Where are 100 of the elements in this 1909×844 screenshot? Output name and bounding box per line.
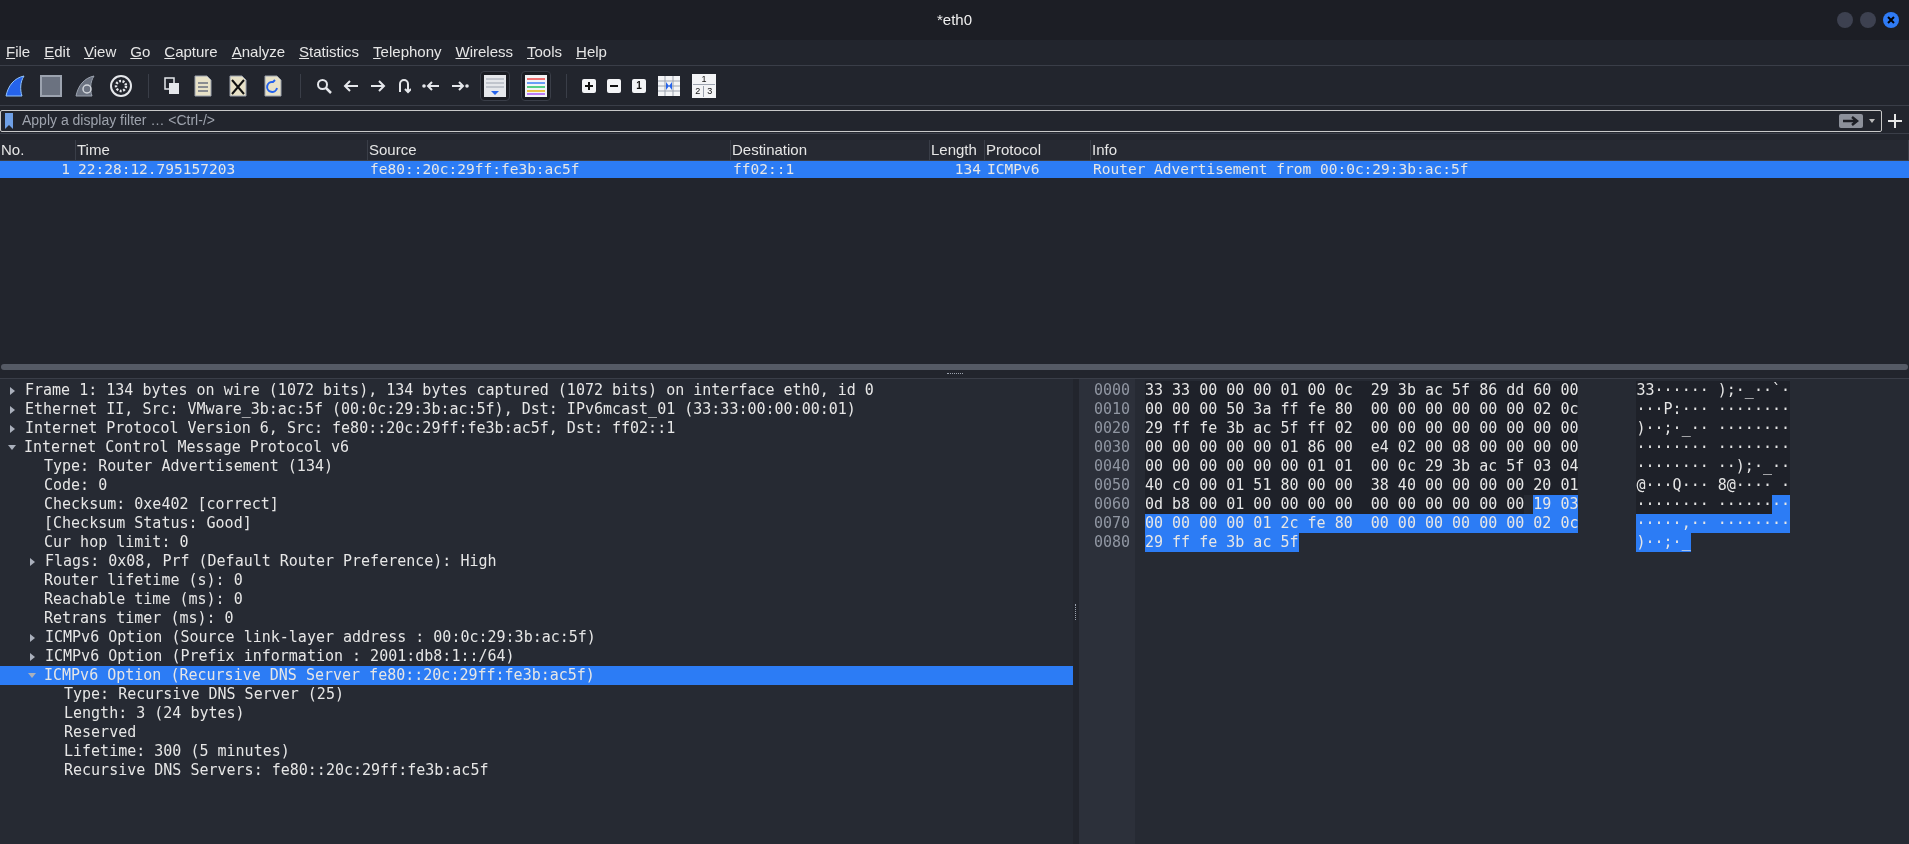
stop-icon[interactable] (39, 73, 63, 98)
expand-arrow-icon[interactable] (30, 652, 35, 661)
ascii-text: ········ ······ (1636, 495, 1772, 514)
packet-cell-text: ICMPv6 (986, 159, 1041, 179)
tree-row[interactable]: Type: Router Advertisement (134) (0, 457, 1073, 476)
column-header[interactable]: No. (0, 140, 76, 160)
packet-cell-text: fe80::20c:29ff:fe3b:ac5f (369, 159, 581, 179)
ascii-text: ···P:··· ········ (1636, 400, 1790, 419)
tree-item-text: Retrans timer (ms): 0 (44, 608, 234, 630)
left-arrow-icon[interactable] (343, 78, 359, 93)
column-header[interactable]: Info (1091, 140, 1909, 160)
tree-item-text: Flags: 0x08, Prf (Default Router Preference): High (45, 551, 497, 573)
close-file-icon[interactable] (226, 73, 250, 98)
bookmark-icon[interactable] (4, 112, 14, 129)
tree-row[interactable]: Flags: 0x08, Prf (Default Router Preference): High (0, 552, 1073, 571)
normal-size-button[interactable]: 1 (632, 78, 646, 93)
close-button[interactable] (1883, 12, 1899, 28)
menu-item[interactable]: Capture (164, 41, 218, 64)
shark-fin-icon[interactable] (4, 73, 28, 98)
document-icon[interactable] (191, 73, 215, 98)
tree-item-text: Router lifetime (s): 0 (44, 570, 243, 592)
selected-ascii-text: ·····,·· ········ (1636, 514, 1790, 533)
packet-cell-text: 134 (953, 159, 982, 179)
menu-item[interactable]: View (84, 41, 117, 64)
first-packet-icon[interactable] (422, 78, 440, 93)
tree-row[interactable]: ICMPv6 Option (Prefix information : 2001:db8:1::/64) (0, 647, 1073, 666)
tree-row[interactable]: Frame 1: 134 bytes on wire (1072 bits), 134 bytes captured (1072 bits) on interface eth0, id 0 (0, 381, 1073, 400)
expand-arrow-icon[interactable] (30, 557, 35, 566)
tree-item-text: Reserved (64, 722, 137, 744)
window-title: *eth0 (936, 9, 972, 30)
collapse-arrow-icon[interactable] (8, 445, 16, 450)
dropdown-caret-icon[interactable] (1869, 118, 1875, 123)
curved-arrow-icon[interactable] (397, 77, 411, 94)
reload-file-icon[interactable] (261, 73, 285, 98)
menu-item[interactable]: Wireless (455, 41, 514, 64)
tree-item-text: Cur hop limit: 0 (44, 532, 189, 554)
menu-item[interactable]: Go (130, 41, 151, 64)
tree-row[interactable]: Retrans timer (ms): 0 (0, 609, 1073, 628)
expand-arrow-icon[interactable] (10, 386, 15, 395)
add-button-icon[interactable] (1888, 113, 1902, 128)
menu-item[interactable]: Help (576, 41, 607, 64)
tree-row[interactable]: Internet Control Message Protocol v6 (0, 438, 1073, 457)
colorize-icon[interactable] (521, 70, 551, 101)
menu-item[interactable]: Statistics (299, 41, 360, 64)
tree-row[interactable]: Type: Recursive DNS Server (25) (0, 685, 1073, 704)
ascii-text: ········ ··);·_·· (1636, 457, 1790, 476)
tree-row[interactable]: Checksum: 0xe402 [correct] (0, 495, 1073, 514)
last-packet-icon[interactable] (451, 78, 469, 93)
zoom-in-icon[interactable] (582, 78, 596, 93)
shark-fin-icon[interactable] (74, 73, 98, 98)
tree-row[interactable]: Reserved (0, 723, 1073, 742)
file-open-icon[interactable] (164, 76, 180, 95)
expand-arrow-icon[interactable] (30, 633, 35, 642)
menu-item[interactable]: File (6, 41, 31, 64)
tree-item-text: Ethernet II, Src: VMware_3b:ac:5f (00:0c:29:3b:ac:5f), Dst: IPv6mcast_01 (33:33:00:00:00:01) (25, 399, 856, 421)
splitter-handle[interactable] (1075, 603, 1077, 620)
selected-ascii-text: )··;·_ (1636, 533, 1691, 552)
packet-cell-text: 22:28:12.795157203 (77, 159, 237, 179)
splitter-handle[interactable] (946, 373, 963, 375)
settings-icon[interactable] (109, 73, 133, 98)
tree-row[interactable]: [Checksum Status: Good] (0, 514, 1073, 533)
tree-row[interactable]: Ethernet II, Src: VMware_3b:ac:5f (00:0c:29:3b:ac:5f), Dst: IPv6mcast_01 (33:33:00:00:00:01) (0, 400, 1073, 419)
expand-arrow-icon[interactable] (10, 424, 15, 433)
menu-item[interactable]: Telephony (373, 41, 442, 64)
tree-row[interactable]: Cur hop limit: 0 (0, 533, 1073, 552)
ascii-text: 33······ );·_··`· (1636, 381, 1790, 400)
hex-bytes: 00 00 00 00 00 01 86 00 e4 02 00 08 00 00 00 00 (1145, 438, 1579, 457)
menu-item[interactable]: Tools (527, 41, 563, 64)
tree-item-text: ICMPv6 Option (Prefix information : 2001:db8:1::/64) (45, 646, 515, 668)
menu-item[interactable]: Analyze (231, 41, 286, 64)
tree-row[interactable]: Internet Protocol Version 6, Src: fe80::20c:29ff:fe3b:ac5f, Dst: ff02::1 (0, 419, 1073, 438)
tree-item-text: Type: Router Advertisement (134) (44, 456, 333, 478)
tree-item-text: ICMPv6 Option (Recursive DNS Server fe80::20c:29ff:fe3b:ac5f) (44, 665, 595, 687)
column-header[interactable]: Time (76, 140, 368, 160)
hex-bytes: 00 00 00 00 00 00 01 01 00 0c 29 3b ac 5f 03 04 (1145, 457, 1579, 476)
tree-row[interactable]: Lifetime: 300 (5 minutes) (0, 742, 1073, 761)
search-icon[interactable] (316, 77, 332, 94)
tree-item-text: Length: 3 (24 bytes) (64, 703, 245, 725)
tree-row[interactable]: ICMPv6 Option (Source link-layer address : 00:0c:29:3b:ac:5f) (0, 628, 1073, 647)
tree-item-text: Frame 1: 134 bytes on wire (1072 bits), 134 bytes captured (1072 bits) on interface eth0, id 0 (25, 380, 874, 402)
tree-row[interactable]: Code: 0 (0, 476, 1073, 495)
column-header[interactable]: Source (368, 140, 731, 160)
tree-row[interactable]: Router lifetime (s): 0 (0, 571, 1073, 590)
tree-row[interactable]: Length: 3 (24 bytes) (0, 704, 1073, 723)
menu-item[interactable]: Edit (44, 41, 71, 64)
tree-row[interactable]: Reachable time (ms): 0 (0, 590, 1073, 609)
hex-bytes: 40 c0 00 01 51 80 00 00 38 40 00 00 00 00 20 01 (1145, 476, 1579, 495)
autoscroll-icon[interactable] (480, 70, 510, 101)
layout-button[interactable]: 1 2 3 (692, 73, 716, 98)
zoom-out-icon[interactable] (607, 78, 621, 93)
close-icon[interactable] (1887, 16, 1895, 24)
tree-item-text: Code: 0 (44, 475, 108, 497)
offset-label: 0000 (1093, 381, 1130, 400)
expand-arrow-icon[interactable] (10, 405, 15, 414)
tree-row[interactable]: Recursive DNS Servers: fe80::20c:29ff:fe3b:ac5f (0, 761, 1073, 780)
right-arrow-icon[interactable] (370, 78, 386, 93)
column-header[interactable]: Protocol (985, 140, 1091, 160)
column-header[interactable]: Length (930, 140, 985, 160)
resize-columns-icon[interactable] (657, 73, 681, 98)
column-header[interactable]: Destination (731, 140, 930, 160)
